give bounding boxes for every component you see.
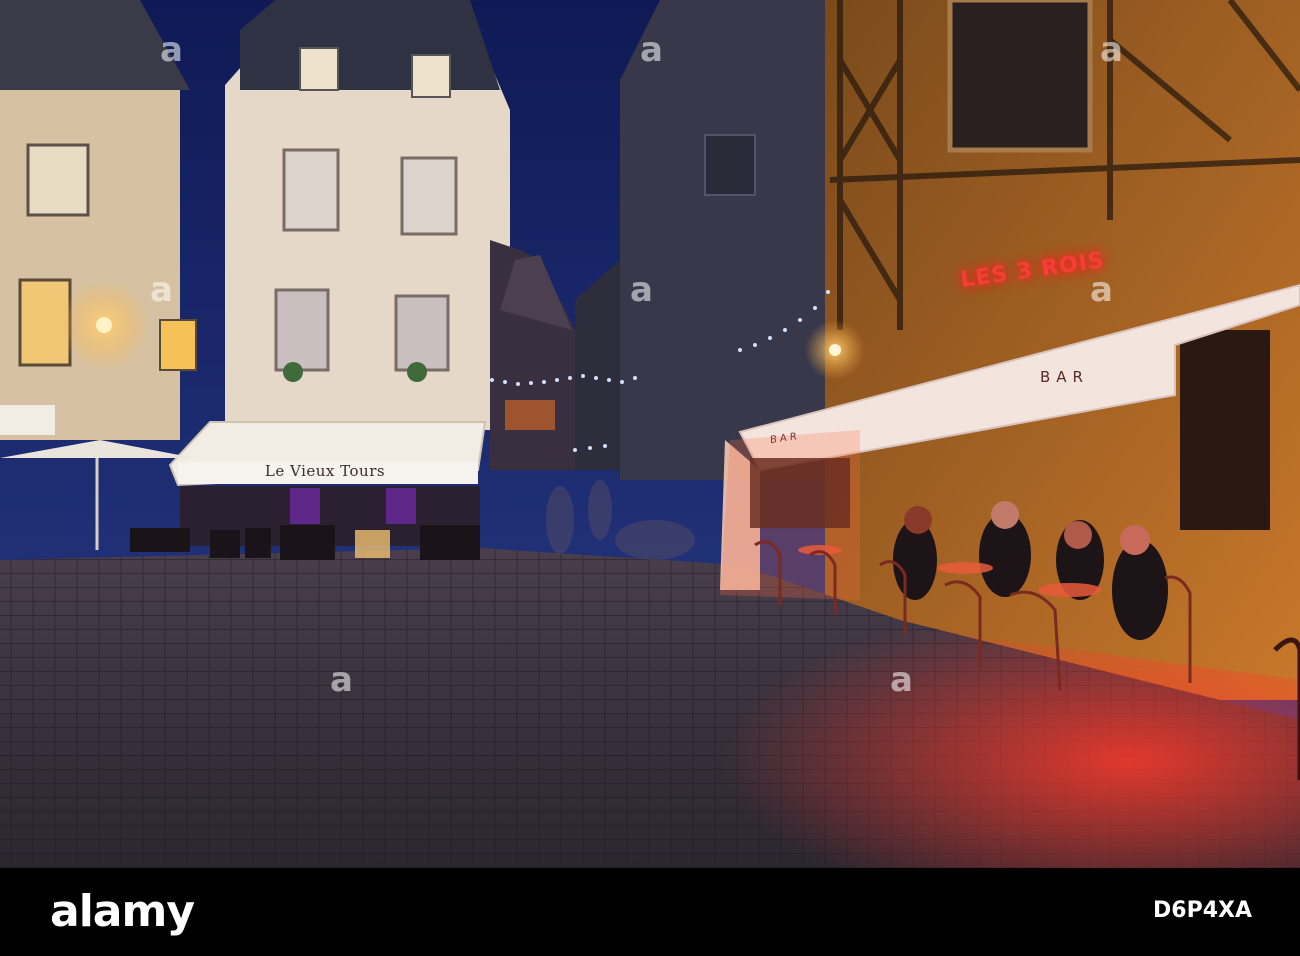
photo-scene: Le Vieux Tours BAR BAR LES 3 ROIS a a a …: [0, 0, 1300, 868]
upper-window: [947, 0, 1093, 153]
watermark-logo-icon: a: [630, 270, 653, 310]
scene-drawing: [0, 0, 1300, 868]
left-chairs-warm: [355, 530, 390, 558]
right-dark-building: [620, 0, 840, 480]
window: [26, 143, 90, 217]
window: [704, 134, 756, 196]
awning-sign-bar: BAR: [1040, 368, 1089, 386]
watermark-logo-icon: a: [150, 270, 173, 310]
central-building: [225, 40, 510, 430]
dormer-window: [299, 47, 339, 91]
footer-bar: alamy D6P4XA: [0, 868, 1300, 956]
purple-light: [290, 488, 320, 524]
watermark-logo-icon: a: [1100, 30, 1123, 70]
purple-light: [386, 488, 416, 524]
stock-photo: Le Vieux Tours BAR BAR LES 3 ROIS a a a …: [0, 0, 1300, 956]
bar-doorway: [1180, 330, 1270, 530]
image-id: D6P4XA: [1153, 898, 1252, 923]
alamy-logo: alamy: [50, 886, 195, 937]
shutter-window: [394, 294, 450, 372]
watermark-logo-icon: a: [1090, 270, 1113, 310]
watermark-logo-icon: a: [640, 30, 663, 70]
central-roof: [240, 0, 500, 90]
window: [159, 319, 197, 371]
street-lamp: [96, 317, 112, 333]
shutter-window: [274, 288, 330, 372]
watermark-logo-icon: a: [160, 30, 183, 70]
wreath: [283, 362, 303, 382]
alley-light: [505, 400, 555, 430]
lamp-right: [829, 344, 841, 356]
tent-glow: [720, 430, 860, 600]
dormer-window: [411, 54, 451, 98]
wreath: [407, 362, 427, 382]
small-awning: [0, 405, 55, 435]
watermark-logo-icon: a: [890, 660, 913, 700]
cafe-sign-le-vieux-tours: Le Vieux Tours: [264, 462, 386, 480]
watermark-logo-icon: a: [330, 660, 353, 700]
shutter-window: [400, 156, 458, 236]
shutter-window: [282, 148, 340, 232]
